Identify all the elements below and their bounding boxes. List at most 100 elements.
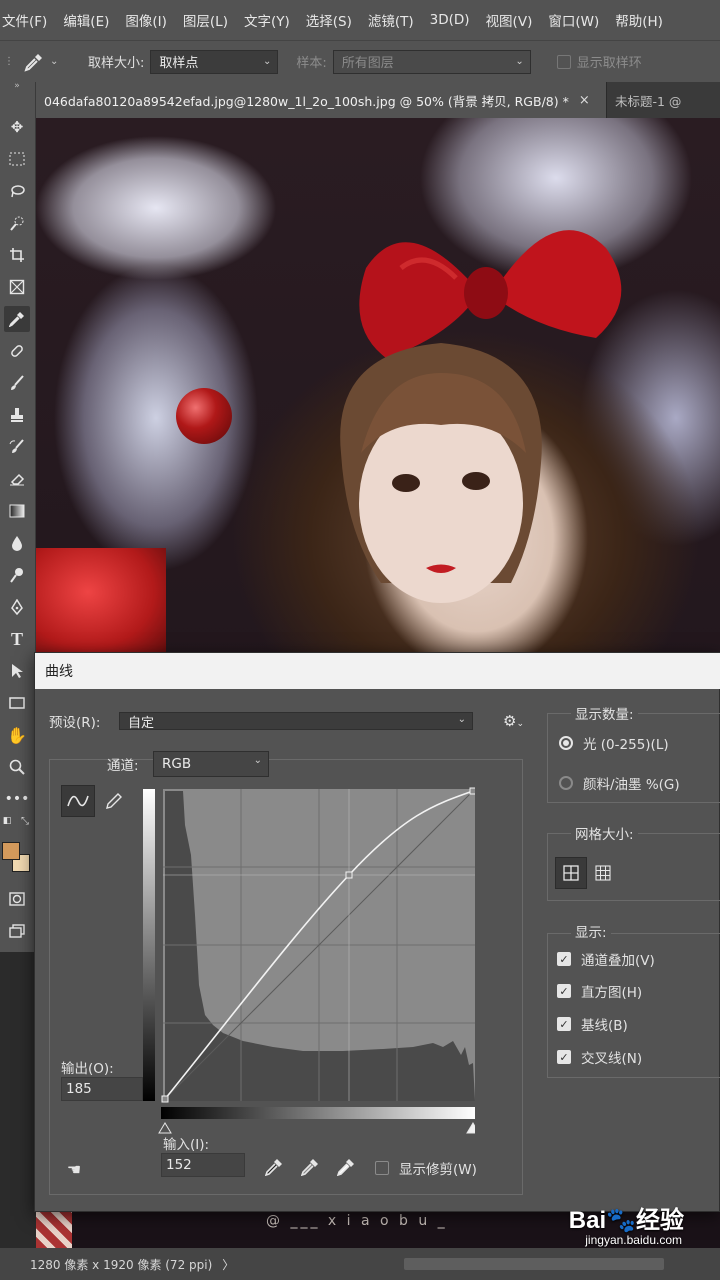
status-bar: 1280 像素 x 1920 像素 (72 ppi) 〉 — [0, 1248, 720, 1280]
zoom-tool-icon[interactable] — [4, 754, 30, 780]
healing-brush-tool-icon[interactable] — [4, 338, 30, 364]
clone-stamp-tool-icon[interactable] — [4, 402, 30, 428]
eyedropper-black-icon — [265, 1159, 282, 1176]
quick-mask-icon[interactable] — [4, 886, 30, 912]
show-ring-checkbox[interactable]: 显示取样环 — [556, 52, 648, 71]
path-selection-tool-icon[interactable] — [4, 658, 30, 684]
tab-untitled-document[interactable]: 未标题-1 @ — [606, 82, 689, 118]
brush-tool-icon[interactable] — [4, 370, 30, 396]
menu-layer[interactable]: 图层(L) — [175, 10, 236, 30]
dialog-title: 曲线 — [35, 653, 720, 689]
menu-image[interactable]: 图像(I) — [117, 10, 175, 30]
channel-dropdown[interactable]: RGB ⌄ — [153, 751, 269, 777]
output-label: 输出(O): — [61, 1061, 114, 1077]
grid-10-icon — [595, 865, 611, 881]
grid-detailed-button[interactable] — [587, 857, 619, 889]
status-menu-arrow-icon[interactable]: 〉 — [222, 1256, 234, 1273]
hand-tool-icon[interactable]: ✋ — [4, 722, 30, 748]
rectangle-tool-icon[interactable] — [4, 690, 30, 716]
collapse-arrows-icon[interactable]: » — [4, 78, 30, 94]
black-point-slider[interactable] — [158, 1122, 172, 1134]
input-value-field[interactable]: 152 — [161, 1153, 245, 1177]
preset-dropdown[interactable]: 自定 ⌄ — [119, 712, 473, 731]
checkmark-icon: ✓ — [557, 1050, 571, 1064]
output-value-field[interactable]: 185 — [61, 1077, 143, 1101]
chevron-down-icon: ⌄ — [263, 55, 272, 67]
eraser-tool-icon[interactable] — [4, 466, 30, 492]
default-colors-icon[interactable]: ◧ — [0, 814, 14, 828]
menu-3d[interactable]: 3D(D) — [422, 12, 478, 28]
grid-simple-button[interactable] — [555, 857, 587, 889]
curve-point-mid[interactable] — [345, 871, 353, 879]
screen-mode-icon[interactable] — [4, 918, 30, 944]
curve-edit-mode-button[interactable] — [61, 785, 95, 817]
curve-point-white[interactable] — [469, 787, 475, 795]
input-label: 输入(I): — [163, 1137, 210, 1153]
more-tools-icon[interactable]: ••• — [4, 786, 30, 812]
checkmark-icon: ✓ — [557, 1017, 571, 1031]
preset-options-gear-icon[interactable]: ⚙⌄ — [503, 712, 524, 730]
options-bar: ⋮ ⌄ 取样大小: 取样点 ⌄ 样本: 所有图层 ⌄ 显示取样环 — [0, 40, 720, 82]
horizontal-scrollbar[interactable] — [404, 1258, 665, 1270]
white-point-eyedropper-button[interactable] — [329, 1151, 363, 1183]
checkmark-icon: ✓ — [557, 984, 571, 998]
marquee-tool-icon[interactable] — [4, 146, 30, 172]
blur-tool-icon[interactable] — [4, 530, 30, 556]
sample-size-dropdown[interactable]: 取样点 ⌄ — [150, 49, 279, 74]
dodge-tool-icon[interactable] — [4, 562, 30, 588]
channel-overlay-checkbox[interactable]: ✓ 通道叠加(V) — [557, 949, 655, 969]
lasso-tool-icon[interactable] — [4, 178, 30, 204]
pigment-radio[interactable]: 颜料/油墨 %(G) — [559, 773, 680, 793]
white-point-slider[interactable] — [466, 1122, 475, 1134]
black-point-eyedropper-button[interactable] — [257, 1151, 291, 1183]
menu-filter[interactable]: 滤镜(T) — [360, 10, 422, 30]
menu-edit[interactable]: 编辑(E) — [55, 10, 117, 30]
menu-file[interactable]: 文件(F) — [0, 10, 55, 30]
grid-size-label: 网格大小: — [571, 823, 638, 843]
chevron-down-icon: ⌄ — [253, 755, 262, 766]
history-brush-tool-icon[interactable] — [4, 434, 30, 460]
histogram-checkbox[interactable]: ✓ 直方图(H) — [557, 981, 642, 1001]
tab-active-document[interactable]: 046dafa80120a89542efad.jpg@1280w_1l_2o_1… — [36, 82, 606, 118]
input-gradient-bar — [161, 1107, 475, 1119]
quick-selection-tool-icon[interactable] — [4, 210, 30, 236]
menu-view[interactable]: 视图(V) — [478, 10, 541, 30]
curves-graph[interactable] — [143, 785, 475, 1145]
pen-tool-icon[interactable] — [4, 594, 30, 620]
curve-point-black[interactable] — [161, 1095, 169, 1103]
foreground-color-swatch[interactable] — [2, 842, 20, 860]
gradient-tool-icon[interactable] — [4, 498, 30, 524]
home-grip-icon: ⋮ — [4, 56, 14, 67]
on-image-adjust-hand-icon[interactable]: ☚ — [57, 1153, 91, 1185]
gray-point-eyedropper-button[interactable] — [293, 1151, 327, 1183]
baseline-checkbox[interactable]: ✓ 基线(B) — [557, 1014, 628, 1034]
intersection-line-checkbox[interactable]: ✓ 交叉线(N) — [557, 1047, 642, 1067]
pencil-draw-mode-button[interactable] — [97, 785, 131, 817]
light-radio[interactable]: 光 (0-255)(L) — [559, 733, 669, 753]
baidu-jingyan-logo: Bai🐾经验 — [568, 1207, 684, 1234]
checkmark-icon: ✓ — [557, 952, 571, 966]
checkbox-box — [375, 1161, 389, 1175]
move-tool-icon[interactable]: ✥ — [4, 114, 30, 140]
menu-window[interactable]: 窗口(W) — [540, 10, 607, 30]
menu-type[interactable]: 文字(Y) — [236, 10, 298, 30]
document-size-info: 1280 像素 x 1920 像素 (72 ppi) — [30, 1257, 213, 1272]
swap-colors-icon[interactable]: ⤡ — [18, 814, 32, 828]
sample-dropdown[interactable]: 所有图层 ⌄ — [332, 49, 531, 74]
output-gradient-bar — [143, 789, 155, 1101]
baidu-jingyan-url: jingyan.baidu.com — [585, 1233, 682, 1247]
type-tool-icon[interactable]: T — [4, 626, 30, 652]
close-icon[interactable]: × — [579, 93, 590, 108]
radio-button — [559, 776, 573, 790]
chevron-down-icon: ⌄ — [457, 714, 466, 725]
show-clipping-checkbox[interactable]: 显示修剪(W) — [375, 1158, 477, 1178]
tools-panel: » ✥ T ✋ ••• ◧ ⤡ — [0, 81, 36, 952]
preset-label: 预设(R): — [49, 715, 101, 731]
radio-button — [559, 736, 573, 750]
eyedropper-tool-icon[interactable]: ⌄ — [24, 52, 70, 72]
frame-tool-icon[interactable] — [4, 274, 30, 300]
crop-tool-icon[interactable] — [4, 242, 30, 268]
menu-help[interactable]: 帮助(H) — [607, 10, 671, 30]
menu-select[interactable]: 选择(S) — [298, 10, 360, 30]
eyedropper-tool-icon[interactable] — [4, 306, 30, 332]
